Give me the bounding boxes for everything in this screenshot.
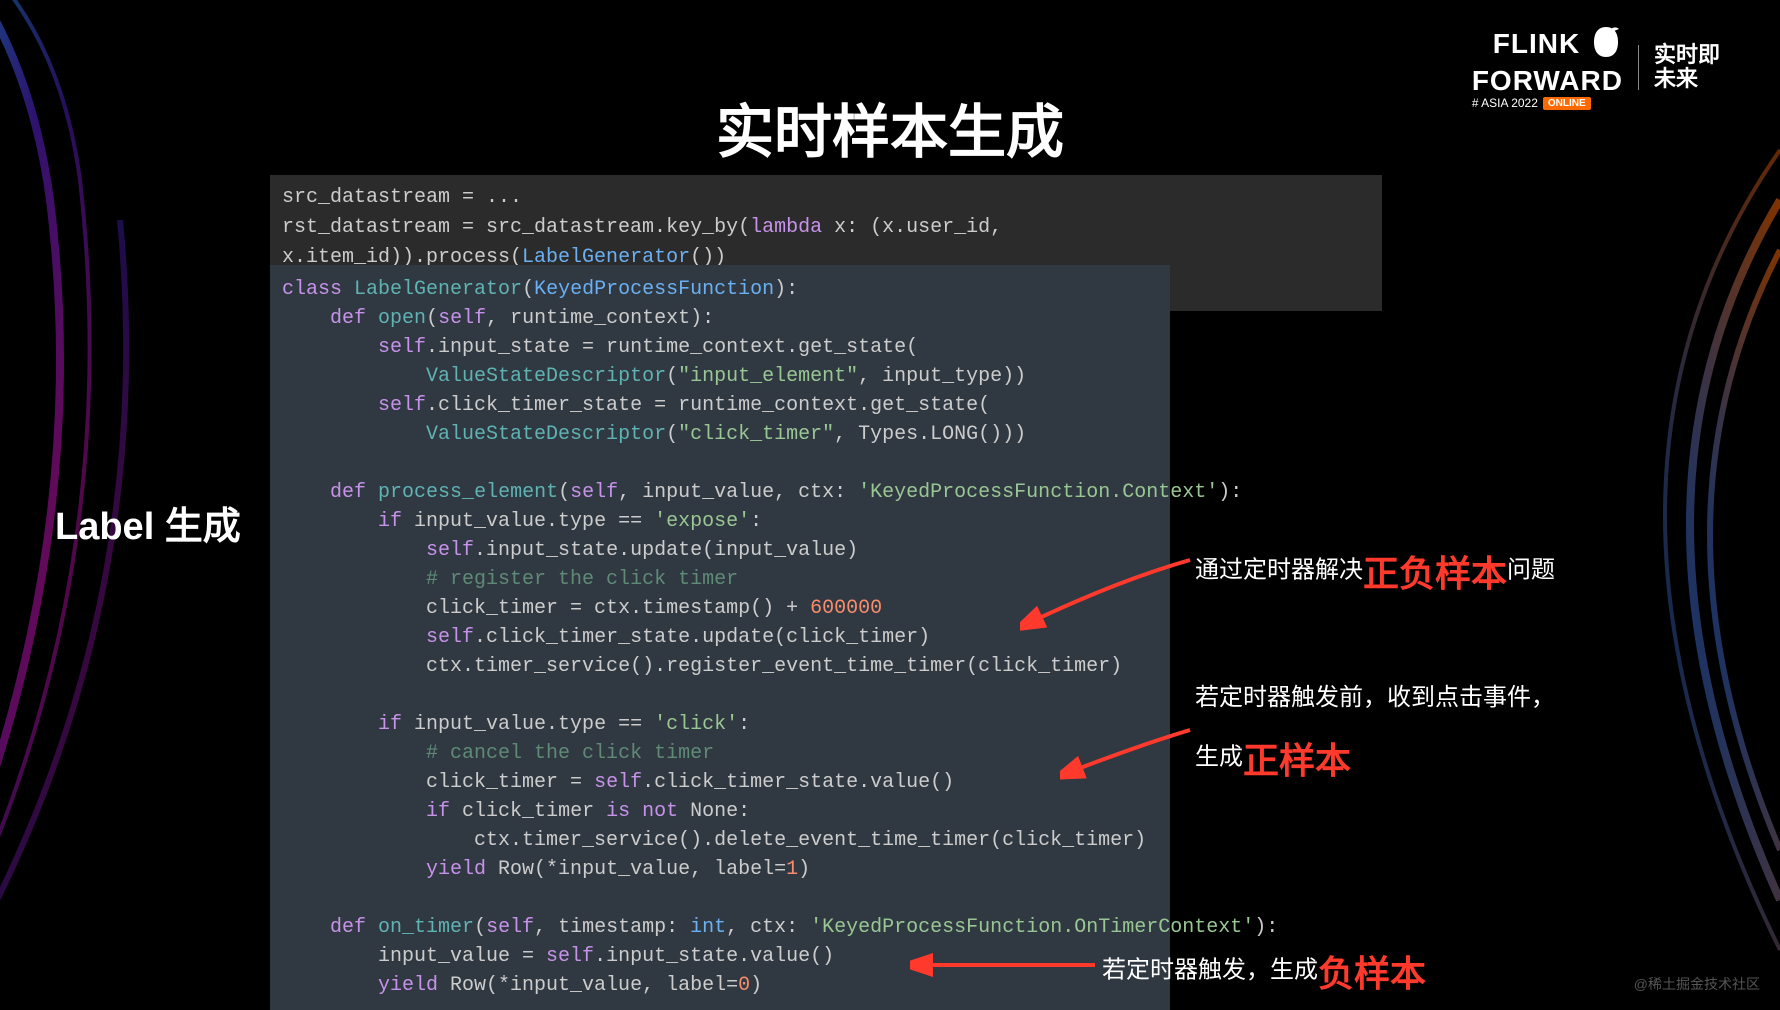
annotation-2: 若定时器触发前，收到点击事件， 生成正样本	[1195, 677, 1555, 784]
code-block-main: class LabelGenerator(KeyedProcessFunctio…	[270, 265, 1170, 1010]
annotation-1: 通过定时器解决正负样本问题	[1195, 545, 1555, 597]
annotation-3: 若定时器触发，生成负样本	[1102, 945, 1426, 997]
section-label: Label 生成	[55, 495, 241, 550]
squirrel-icon	[1589, 25, 1623, 66]
logo-area: FLINK FORWARD # ASIA 2022 ONLINE 实时即未来	[1472, 25, 1720, 110]
slide-title: 实时样本生成	[716, 85, 1064, 169]
watermark: @稀土掘金技术社区	[1634, 974, 1760, 994]
